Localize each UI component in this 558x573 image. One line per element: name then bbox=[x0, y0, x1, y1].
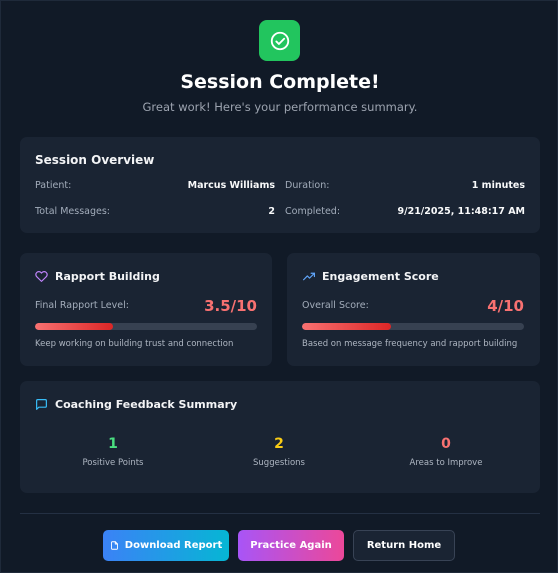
positive-count: 1 bbox=[108, 436, 118, 452]
download-report-label: Download Report bbox=[124, 540, 223, 551]
patient-label: Patient: bbox=[35, 180, 72, 191]
check-circle-icon bbox=[269, 30, 291, 52]
rapport-card: Rapport Building Final Rapport Level: 3.… bbox=[20, 253, 272, 366]
session-overview-card: Session Overview Patient: Marcus William… bbox=[20, 137, 540, 233]
page-subtitle: Great work! Here's your performance summ… bbox=[142, 100, 418, 114]
engagement-label: Overall Score: bbox=[302, 300, 369, 311]
return-home-button[interactable]: Return Home bbox=[353, 530, 455, 561]
practice-again-label: Practice Again bbox=[250, 540, 332, 551]
patient-value: Marcus Williams bbox=[187, 180, 275, 191]
engagement-card: Engagement Score Overall Score: 4/10 Bas… bbox=[287, 253, 540, 366]
positive-label: Positive Points bbox=[82, 458, 144, 468]
rapport-title: Rapport Building bbox=[55, 270, 160, 283]
file-icon bbox=[110, 540, 119, 551]
improve-label: Areas to Improve bbox=[409, 458, 483, 468]
rapport-progress-fill bbox=[35, 323, 113, 330]
engagement-progress-bar bbox=[302, 323, 524, 330]
trending-up-icon bbox=[302, 270, 316, 283]
coaching-card: Coaching Feedback Summary 1 Positive Poi… bbox=[20, 381, 540, 493]
engagement-note: Based on message frequency and rapport b… bbox=[302, 339, 518, 349]
completed-value: 9/21/2025, 11:48:17 AM bbox=[397, 206, 526, 217]
success-badge bbox=[259, 20, 300, 61]
engagement-progress-fill bbox=[302, 323, 391, 330]
heart-icon bbox=[35, 270, 48, 283]
duration-value: 1 minutes bbox=[471, 180, 525, 191]
practice-again-button[interactable]: Practice Again bbox=[238, 530, 344, 561]
engagement-score: 4/10 bbox=[487, 297, 524, 315]
page-title: Session Complete! bbox=[180, 71, 380, 93]
rapport-label: Final Rapport Level: bbox=[35, 300, 129, 311]
coaching-title: Coaching Feedback Summary bbox=[55, 398, 238, 411]
improve-count: 0 bbox=[441, 436, 451, 452]
engagement-title: Engagement Score bbox=[322, 270, 439, 283]
messages-value: 2 bbox=[268, 206, 275, 217]
completed-label: Completed: bbox=[285, 206, 341, 217]
suggestions-count: 2 bbox=[274, 436, 284, 452]
rapport-score: 3.5/10 bbox=[204, 297, 257, 315]
messages-label: Total Messages: bbox=[35, 206, 110, 217]
session-complete-panel: Session Complete! Great work! Here's you… bbox=[0, 0, 558, 573]
actions-divider bbox=[20, 513, 540, 514]
message-square-icon bbox=[35, 398, 48, 411]
session-overview-title: Session Overview bbox=[35, 153, 155, 167]
rapport-note: Keep working on building trust and conne… bbox=[35, 339, 234, 349]
download-report-button[interactable]: Download Report bbox=[103, 530, 229, 561]
suggestions-label: Suggestions bbox=[253, 458, 305, 468]
return-home-label: Return Home bbox=[366, 540, 442, 551]
duration-label: Duration: bbox=[285, 180, 330, 191]
rapport-progress-bar bbox=[35, 323, 257, 330]
